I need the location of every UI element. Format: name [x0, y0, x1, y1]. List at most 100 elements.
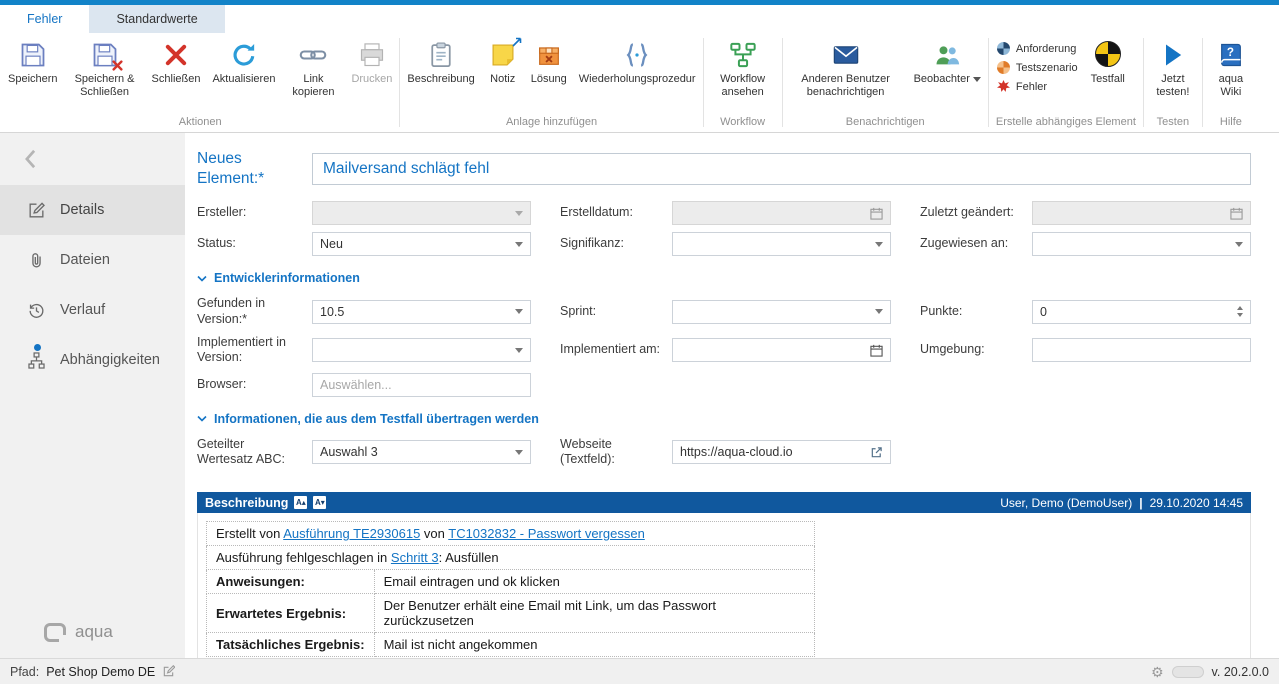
- version-label: v. 20.2.0.0: [1212, 665, 1269, 679]
- font-increase-icon[interactable]: A▴: [294, 496, 307, 509]
- aqua-logo-icon: [44, 623, 66, 642]
- chevron-down-icon: [515, 309, 523, 314]
- ribbon-group-hilfe: ? aqua Wiki Hilfe: [1204, 33, 1258, 132]
- create-test-case-button[interactable]: Testfall: [1085, 36, 1131, 89]
- execution-link[interactable]: Ausführung TE2930615: [283, 526, 420, 541]
- save-and-close-button[interactable]: Speichern & Schließen: [64, 36, 146, 102]
- chevron-down-icon: [515, 242, 523, 247]
- browser-input[interactable]: [320, 378, 523, 392]
- sidebar: Details Dateien Verlauf Abhängigkeit: [0, 133, 185, 658]
- create-test-scenario-button[interactable]: Testszenario: [993, 60, 1082, 75]
- ribbon-toolbar: Speichern Speichern & Schließen Schließe…: [0, 33, 1279, 133]
- watchers-dropdown-button[interactable]: Beobachter: [908, 36, 987, 89]
- implementiert-in-version-label: Implementiert in Version:: [197, 335, 312, 366]
- sidebar-item-abhaengigkeiten[interactable]: Abhängigkeiten: [0, 335, 185, 385]
- view-workflow-button[interactable]: Workflow ansehen: [705, 36, 781, 102]
- new-element-label: Neues Element:*: [197, 149, 312, 189]
- sidebar-item-dateien[interactable]: Dateien: [0, 235, 185, 285]
- add-repro-steps-button[interactable]: Wiederholungsprozedur: [573, 36, 702, 89]
- punkte-label: Punkte:: [920, 304, 1032, 320]
- close-icon: [160, 39, 192, 71]
- save-close-icon: [89, 39, 121, 71]
- punkte-stepper[interactable]: [1032, 300, 1251, 324]
- signifikanz-select[interactable]: [672, 232, 891, 256]
- wertesatz-select[interactable]: Auswahl 3: [312, 440, 531, 464]
- chevron-down-icon: [1235, 242, 1243, 247]
- braces-icon: [621, 39, 653, 71]
- sidebar-item-details[interactable]: Details: [0, 185, 185, 235]
- webseite-input-field[interactable]: [672, 440, 891, 464]
- workflow-icon: [727, 39, 759, 71]
- defect-icon: [997, 80, 1010, 93]
- section-entwicklerinformationen[interactable]: Entwicklerinformationen: [197, 271, 1251, 285]
- settings-gear-icon[interactable]: ⚙: [1151, 665, 1164, 679]
- add-solution-button[interactable]: Lösung: [525, 36, 573, 89]
- table-row: Tatsächliches Ergebnis: Mail ist nicht a…: [207, 633, 815, 657]
- group-label-workflow: Workflow: [705, 114, 781, 132]
- back-button[interactable]: [0, 133, 185, 185]
- testcase-link[interactable]: TC1032832 - Passwort vergessen: [448, 526, 645, 541]
- play-icon: [1157, 39, 1189, 71]
- step-link[interactable]: Schritt 3: [391, 550, 439, 565]
- add-note-button[interactable]: Notiz: [481, 36, 525, 89]
- umgebung-input-field[interactable]: [1032, 338, 1251, 362]
- webseite-input[interactable]: [680, 445, 864, 459]
- browser-label: Browser:: [197, 377, 312, 393]
- calendar-icon: [1230, 207, 1243, 220]
- stepper-arrows-icon[interactable]: [1237, 306, 1243, 317]
- browser-input-field[interactable]: [312, 373, 531, 397]
- status-bar: Pfad: Pet Shop Demo DE ⚙ v. 20.2.0.0: [0, 658, 1279, 684]
- ribbon-group-anlage: Beschreibung Notiz Lösung: [401, 33, 701, 132]
- requirement-icon: [997, 42, 1010, 55]
- signifikanz-label: Signifikanz:: [560, 236, 672, 252]
- implementiert-am-datefield[interactable]: [672, 338, 891, 362]
- aqua-wiki-button[interactable]: ? aqua Wiki: [1204, 36, 1258, 102]
- path-value: Pet Shop Demo DE: [46, 665, 155, 679]
- edit-path-icon[interactable]: [162, 665, 175, 678]
- notify-user-button[interactable]: Anderen Benutzer benachrichtigen: [784, 36, 908, 102]
- calendar-icon: [870, 207, 883, 220]
- copy-link-button[interactable]: Link kopieren: [281, 36, 345, 102]
- ribbon-separator: [782, 38, 783, 127]
- sprint-select[interactable]: [672, 300, 891, 324]
- table-row: Anweisungen: Email eintragen und ok klic…: [207, 570, 815, 594]
- refresh-button[interactable]: Aktualisieren: [206, 36, 281, 89]
- tab-standardwerte[interactable]: Standardwerte: [89, 5, 224, 33]
- add-description-button[interactable]: Beschreibung: [401, 36, 480, 89]
- font-decrease-icon[interactable]: A▾: [313, 496, 326, 509]
- zugewiesen-select[interactable]: [1032, 232, 1251, 256]
- chevron-down-icon: [197, 415, 207, 422]
- details-icon: [27, 201, 46, 220]
- chevron-left-icon: [24, 149, 37, 169]
- ribbon-separator: [703, 38, 704, 127]
- erstelldatum-label: Erstelldatum:: [560, 205, 672, 221]
- solution-box-icon: [533, 39, 565, 71]
- watchers-icon: [931, 39, 963, 71]
- gefunden-in-version-select[interactable]: 10.5: [312, 300, 531, 324]
- description-timestamp: 29.10.2020 14:45: [1150, 496, 1243, 510]
- section-testfall-informationen[interactable]: Informationen, die aus dem Testfall über…: [197, 412, 1251, 426]
- implementiert-in-version-select[interactable]: [312, 338, 531, 362]
- table-row: Ausführung fehlgeschlagen in Schritt 3: …: [207, 546, 815, 570]
- print-button[interactable]: Drucken: [345, 36, 398, 89]
- printer-icon: [356, 39, 388, 71]
- external-link-icon[interactable]: [870, 446, 883, 459]
- close-button[interactable]: Schließen: [146, 36, 207, 89]
- path-label: Pfad:: [10, 665, 39, 679]
- create-defect-button[interactable]: Fehler: [993, 79, 1082, 94]
- ribbon-separator: [399, 38, 400, 127]
- group-label-benachrichtigen: Benachrichtigen: [784, 114, 987, 132]
- zuletzt-geaendert-field: [1032, 201, 1251, 225]
- tab-fehler[interactable]: Fehler: [0, 5, 89, 33]
- create-requirement-button[interactable]: Anforderung: [993, 41, 1082, 56]
- umgebung-input[interactable]: [1040, 343, 1243, 357]
- description-meta: User, Demo (DemoUser) | 29.10.2020 14:45: [1000, 496, 1243, 510]
- punkte-input[interactable]: [1040, 305, 1231, 319]
- status-select[interactable]: Neu: [312, 232, 531, 256]
- test-case-icon: [1092, 39, 1124, 71]
- description-header: Beschreibung A▴ A▾ User, Demo (DemoUser)…: [197, 492, 1251, 513]
- test-now-button[interactable]: Jetzt testen!: [1145, 36, 1201, 102]
- save-button[interactable]: Speichern: [2, 36, 64, 89]
- sidebar-item-verlauf[interactable]: Verlauf: [0, 285, 185, 335]
- title-input[interactable]: [312, 153, 1251, 185]
